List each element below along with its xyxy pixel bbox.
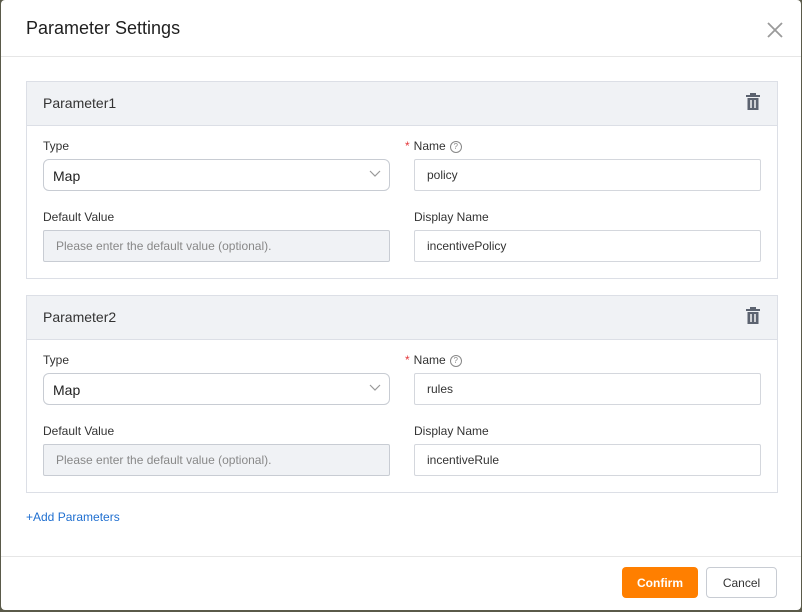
add-parameters-link[interactable]: +Add Parameters — [26, 510, 120, 524]
display-name-label: Display Name — [414, 210, 489, 224]
name-label: Name — [413, 139, 446, 153]
dialog-title: Parameter Settings — [26, 18, 181, 38]
parameter-panel: Parameter1 Type *Name? Map Default Value… — [26, 81, 778, 279]
name-label-group: * Name? — [405, 139, 462, 153]
confirm-button[interactable]: Confirm — [622, 567, 698, 598]
default-value-label: Default Value — [43, 210, 115, 224]
name-input[interactable] — [414, 373, 761, 405]
name-input[interactable] — [414, 159, 761, 191]
type-select[interactable]: Map — [43, 373, 390, 405]
parameter-panel: Parameter2 Type *Name? Map Default Value… — [26, 295, 778, 493]
type-select-value: Map — [53, 382, 81, 398]
chevron-down-icon — [369, 170, 381, 177]
display-name-input[interactable] — [414, 230, 761, 262]
dialog-header: Parameter Settings — [1, 0, 801, 57]
default-value-label: Default Value — [43, 424, 115, 438]
type-label: Type — [43, 353, 70, 367]
parameter-panel-body: Type *Name? Map Default Value Display Na… — [27, 340, 777, 492]
help-icon[interactable]: ? — [449, 355, 462, 367]
parameter-panel-header: Parameter2 — [27, 296, 777, 340]
close-icon[interactable] — [765, 20, 785, 40]
parameter-panel-body: Type *Name? Map Default Value Display Na… — [27, 126, 777, 278]
parameter-panel-header: Parameter1 — [27, 82, 777, 126]
dialog-footer: Confirm Cancel — [1, 556, 801, 610]
cancel-button[interactable]: Cancel — [706, 567, 777, 598]
required-asterisk: * — [405, 139, 410, 153]
required-asterisk: * — [405, 353, 410, 367]
chevron-down-icon — [369, 384, 381, 391]
default-value-input[interactable] — [43, 230, 390, 262]
trash-icon[interactable] — [745, 307, 761, 325]
help-icon[interactable]: ? — [449, 141, 462, 153]
display-name-label: Display Name — [414, 424, 489, 438]
type-label: Type — [43, 139, 70, 153]
parameter-title: Parameter2 — [43, 309, 117, 325]
default-value-input[interactable] — [43, 444, 390, 476]
parameter-title: Parameter1 — [43, 95, 117, 111]
trash-icon[interactable] — [745, 93, 761, 111]
parameter-settings-dialog: Parameter Settings Parameter1 Type * Name… — [1, 0, 801, 610]
name-label: Name — [413, 353, 446, 367]
name-label-group: * Name? — [405, 353, 462, 367]
type-select-value: Map — [53, 168, 81, 184]
display-name-input[interactable] — [414, 444, 761, 476]
type-select[interactable]: Map — [43, 159, 390, 191]
